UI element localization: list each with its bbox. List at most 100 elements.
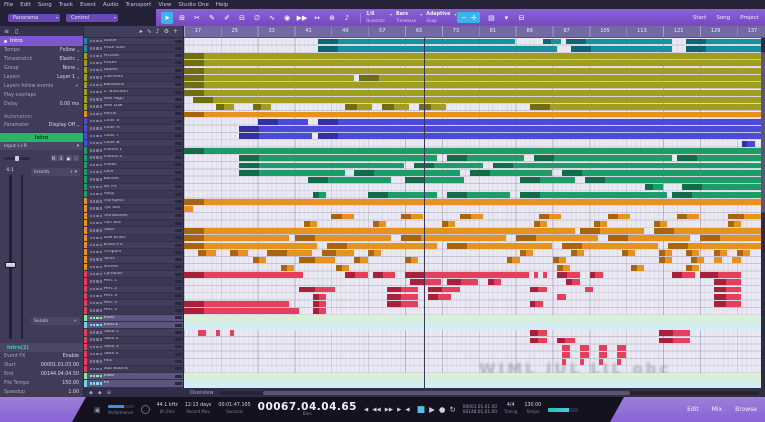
menu-item-studio-one[interactable]: Studio One (178, 2, 208, 8)
track-filter-icon[interactable]: ◆ (89, 390, 93, 396)
clip[interactable] (216, 104, 234, 110)
menu-item-file[interactable]: File (4, 2, 13, 8)
clip[interactable] (562, 359, 566, 365)
stop-button[interactable]: ■ (417, 405, 426, 415)
track-row-perc-1[interactable]: Perc 1 (84, 278, 183, 285)
clip[interactable] (732, 257, 741, 263)
clip[interactable] (442, 221, 455, 227)
track-row-timpani[interactable]: Timpani (84, 249, 183, 256)
clip[interactable] (539, 214, 561, 220)
track-buttons[interactable] (90, 244, 103, 246)
menu-item-transport[interactable]: Transport (126, 2, 152, 8)
track-row-piccolo[interactable]: Piccolo (84, 53, 183, 60)
tracklist-tool-icon-0[interactable]: ▸ (140, 28, 143, 35)
clip[interactable] (659, 257, 672, 263)
track-row-brass-fx[interactable]: Brass FX (84, 242, 183, 249)
clip[interactable] (253, 257, 266, 263)
track-row-ww-low[interactable]: WW Low (84, 104, 183, 111)
tracklist-tool-icon-3[interactable]: ⚙ (164, 28, 169, 35)
track-buttons[interactable] (90, 360, 103, 362)
clip[interactable] (714, 250, 727, 256)
track-row-taiko-4[interactable]: Taiko 4 (84, 351, 183, 358)
playhead[interactable] (424, 38, 425, 388)
track-buttons[interactable] (90, 258, 103, 260)
track-buttons[interactable] (90, 317, 103, 319)
clip[interactable] (530, 330, 548, 336)
track-row-choir-b[interactable]: Choir B (84, 140, 183, 147)
tracklist-tool-icon-1[interactable]: ∿ (147, 28, 152, 35)
clip[interactable] (267, 250, 312, 256)
clip[interactable] (336, 265, 349, 271)
clip[interactable] (571, 250, 584, 256)
track-row-flute-solo[interactable]: Flute solo (84, 45, 183, 52)
clip[interactable] (562, 170, 764, 176)
track-row-str-fx[interactable]: Str FX (84, 184, 183, 191)
clip[interactable] (447, 279, 479, 285)
clip[interactable] (318, 133, 764, 139)
track-row-violas[interactable]: Violas (84, 162, 183, 169)
clip[interactable] (677, 214, 699, 220)
clip[interactable] (520, 177, 575, 183)
track-buttons[interactable] (90, 105, 103, 107)
clip[interactable] (216, 330, 220, 336)
time-signature-display[interactable]: 4/4Timing (504, 404, 518, 415)
clip[interactable] (599, 345, 608, 351)
clip[interactable] (359, 75, 764, 81)
loop-range-display[interactable]: 00001.01.01.00 00148.01.01.00 (463, 405, 497, 415)
clip[interactable] (184, 90, 764, 96)
track-buttons[interactable] (90, 171, 103, 173)
track-buttons[interactable] (90, 222, 103, 224)
clip[interactable] (714, 287, 741, 293)
view-icon-1[interactable]: ▾ (500, 12, 512, 24)
track-row-choir-t[interactable]: Choir T (84, 133, 183, 140)
macro-dropdown-control[interactable]: Control (66, 14, 118, 22)
track-buttons[interactable] (90, 375, 103, 377)
clip[interactable] (373, 221, 386, 227)
mic-icon[interactable]: ♪ (341, 12, 353, 24)
pencil-tool[interactable]: ✎ (206, 12, 218, 24)
vscroll-thumb[interactable] (761, 52, 765, 213)
inspector-track-title[interactable]: Intro (0, 36, 83, 46)
clip[interactable] (318, 119, 764, 125)
prev-marker-button[interactable]: ◀ (364, 407, 368, 413)
clip[interactable] (239, 133, 312, 139)
channel-button-0[interactable]: M (51, 155, 57, 161)
clip[interactable] (566, 39, 671, 45)
track-row-clarinets[interactable]: Clarinets (84, 74, 183, 81)
inspector-row-layers-follow-events[interactable]: Layers follow events✓ (0, 82, 83, 91)
clip[interactable] (659, 338, 691, 344)
loop-button[interactable]: ↻ (449, 405, 455, 414)
clip[interactable] (553, 257, 566, 263)
track-row-toms[interactable]: Toms (84, 256, 183, 263)
track-buttons[interactable] (90, 288, 103, 290)
clip[interactable] (239, 126, 764, 132)
vertical-scrollbar[interactable] (761, 38, 765, 388)
clip[interactable] (327, 243, 437, 249)
clip[interactable] (737, 250, 750, 256)
timebase-dropdown[interactable]: Bars Timebase (393, 11, 423, 24)
track-row-cymbals[interactable]: Cymbals (84, 271, 183, 278)
track-row-violins-2[interactable]: Violins 2 (84, 155, 183, 162)
clip[interactable] (447, 155, 525, 161)
clip[interactable] (470, 170, 552, 176)
track-row-violins-1[interactable]: Violins 1 (84, 147, 183, 154)
clip[interactable] (239, 170, 344, 176)
clip[interactable] (184, 82, 764, 88)
track-buttons[interactable] (90, 156, 103, 158)
clip[interactable] (580, 359, 584, 365)
track-buttons[interactable] (90, 200, 103, 202)
track-row-taiko-2[interactable]: Taiko 2 (84, 337, 183, 344)
clip[interactable] (488, 279, 501, 285)
pan-slider[interactable] (4, 157, 30, 160)
clip[interactable] (345, 272, 367, 278)
forward-button[interactable]: ▶▶ (385, 407, 393, 413)
sends-header[interactable]: Sends+ (31, 317, 80, 325)
event-row-file-tempo[interactable]: File Tempo150.00 (0, 379, 83, 388)
clip[interactable] (677, 155, 764, 161)
clip[interactable] (580, 352, 589, 358)
inspector-row-layers[interactable]: LayersLayer 1▾ (0, 73, 83, 82)
clip[interactable] (562, 352, 571, 358)
track-buttons[interactable] (90, 324, 103, 326)
channel-button-1[interactable]: S (58, 155, 64, 161)
play-button[interactable]: ▶ (429, 405, 435, 414)
